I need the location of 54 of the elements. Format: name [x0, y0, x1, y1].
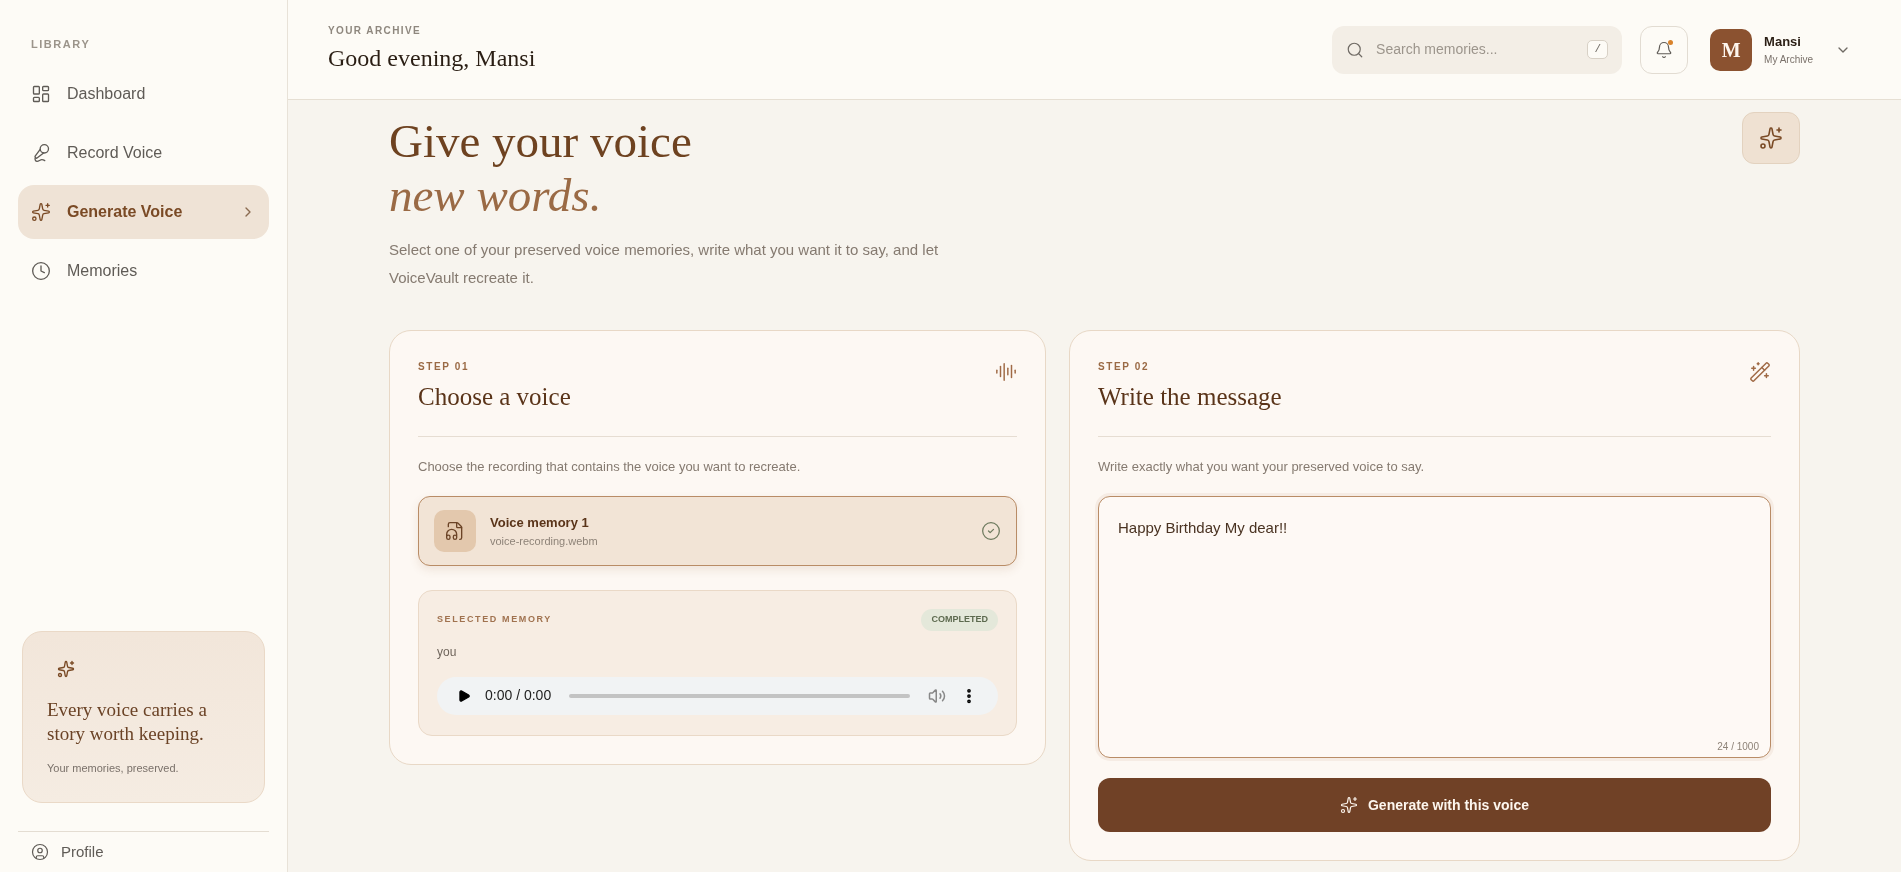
voice-file: voice-recording.webm: [490, 533, 599, 549]
sparkle-button[interactable]: [1742, 112, 1800, 164]
step-label: STEP 01: [418, 360, 471, 374]
clock-icon: [31, 260, 51, 281]
nav-item[interactable]: Record Voice: [18, 125, 269, 180]
transcript-text: you: [437, 643, 458, 661]
sparkle-icon: [1339, 796, 1358, 814]
section-label: LIBRARY: [30, 37, 92, 52]
step-label: STEP 02: [1098, 360, 1151, 374]
hero-title-accent: new words.: [389, 168, 603, 222]
audio-player[interactable]: 0:00 / 0:00: [437, 676, 998, 715]
greeting-title: Good evening, Mansi: [328, 44, 536, 73]
nav-item[interactable]: Memories: [18, 243, 269, 298]
sound-wave-icon: [995, 361, 1017, 383]
character-counter: 24 / 1000: [1717, 740, 1759, 754]
promo-title: Every voice carries a story worth keeping.: [47, 697, 208, 746]
seek-track[interactable]: [569, 693, 910, 698]
hero-description: Select one of your preserved voice memories, write what you want it to say, and let VoiceVault recreate it.: [389, 240, 940, 288]
search-bar[interactable]: Search memories... /: [1332, 25, 1623, 74]
nav-item[interactable]: Profile: [18, 832, 269, 872]
check-icon: [981, 521, 1001, 541]
nav-item[interactable]: Generate Voice: [18, 184, 269, 239]
user-name: Mansi: [1764, 33, 1802, 52]
avatar[interactable]: M: [1710, 28, 1753, 71]
status-badge: COMPLETED: [921, 609, 998, 631]
sparkle-icon: [31, 201, 51, 222]
voice-name: Voice memory 1: [490, 514, 590, 532]
sparkle-icon: [1759, 126, 1783, 150]
nav-item[interactable]: Dashboard: [18, 66, 269, 121]
play-icon[interactable]: [457, 688, 471, 703]
dashboard-icon: [31, 83, 51, 104]
card-hint: Choose the recording that contains the voice you want to recreate.: [418, 457, 802, 476]
notifications-button[interactable]: [1640, 25, 1689, 74]
microphone-icon: [31, 142, 51, 163]
sparkle-icon: [57, 659, 75, 678]
shortcut-key: /: [1587, 40, 1609, 59]
card-title: Choose a voice: [418, 382, 571, 412]
bell-icon: [1655, 40, 1674, 59]
voice-option[interactable]: Voice memory 1 voice-recording.webm: [418, 496, 1017, 566]
card-title: Write the message: [1098, 382, 1282, 412]
generate-button[interactable]: Generate with this voice: [1098, 778, 1771, 832]
eyebrow-label: YOUR ARCHIVE: [328, 24, 423, 38]
card-hint: Write exactly what you want your preserved voice to say.: [1098, 457, 1426, 476]
promo-subtitle: Your memories, preserved.: [47, 760, 180, 776]
user-subtitle: My Archive: [1764, 52, 1813, 67]
magic-wand-icon: [1749, 361, 1771, 383]
time-display: 0:00 / 0:00: [485, 686, 552, 705]
volume-icon[interactable]: [928, 686, 946, 705]
audio-file-icon: [445, 521, 465, 541]
panel-label: SELECTED MEMORY: [437, 613, 552, 626]
search-icon: [1346, 40, 1365, 59]
search-field[interactable]: Search memories...: [1376, 39, 1576, 60]
hero-title: Give your voice: [389, 114, 693, 168]
user-icon: [31, 843, 49, 861]
